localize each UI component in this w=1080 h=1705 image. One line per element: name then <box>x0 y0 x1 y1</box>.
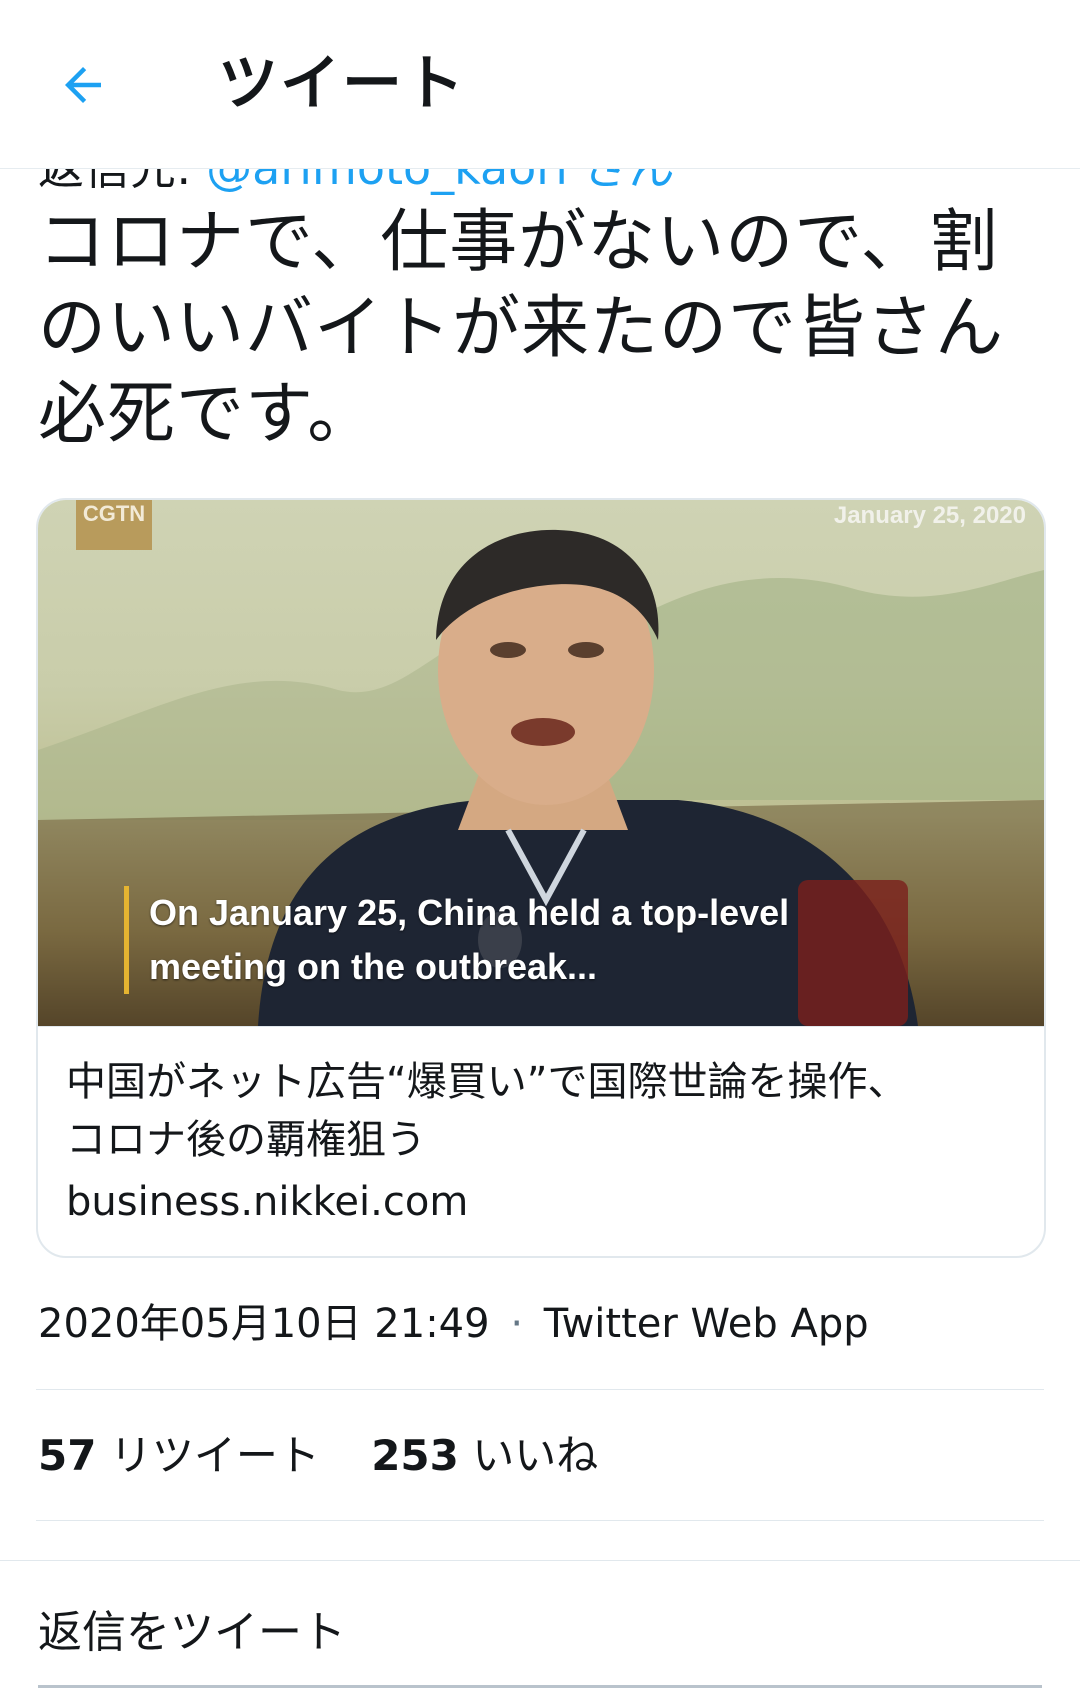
card-title-line2: コロナ後の覇権狙う <box>66 1117 426 1163</box>
card-image: CGTN January 25, 2020 On January 25, Chi… <box>38 500 1044 1026</box>
divider <box>36 1520 1044 1521</box>
page-title: ツイート <box>218 49 466 119</box>
media-caption-line2: meeting on the outbreak... <box>149 946 598 987</box>
reply-composer: 返信をツイート <box>0 1560 1080 1705</box>
tweet-metadata: 2020年05月10日 21:49 · Twitter Web App <box>38 1296 869 1352</box>
tweet-stats: 57 リツイート 253 いいね <box>38 1426 598 1486</box>
retweets-count: 57 <box>38 1431 97 1480</box>
card-title: 中国がネット広告“爆買い”で国際世論を操作、 コロナ後の覇権狙う <box>66 1053 1016 1169</box>
divider <box>36 1389 1044 1390</box>
likes-stat[interactable]: 253 いいね <box>371 1431 598 1480</box>
link-card[interactable]: CGTN January 25, 2020 On January 25, Chi… <box>36 498 1046 1258</box>
cgtn-logo: CGTN <box>76 500 152 550</box>
media-caption-line1: On January 25, China held a top-level <box>149 892 790 933</box>
tweet-timestamp[interactable]: 2020年05月10日 21:49 <box>38 1301 490 1347</box>
tweet-source[interactable]: Twitter Web App <box>544 1301 869 1347</box>
arrow-left-icon <box>65 67 101 103</box>
reply-input[interactable]: 返信をツイート <box>38 1601 1042 1688</box>
media-date: January 25, 2020 <box>833 502 1026 529</box>
retweets-stat[interactable]: 57 リツイート <box>38 1431 371 1480</box>
media-caption: On January 25, China held a top-level me… <box>124 886 789 994</box>
tweet-text: コロナで、仕事がないので、割のいいバイトが来たので皆さん必死です。 <box>38 203 1005 454</box>
top-bar: ツイート <box>0 0 1080 169</box>
card-body: 中国がネット広告“爆買い”で国際世論を操作、 コロナ後の覇権狙う busines… <box>38 1026 1044 1256</box>
meta-separator: · <box>510 1301 524 1347</box>
retweets-label: リツイート <box>109 1431 320 1480</box>
card-domain: business.nikkei.com <box>66 1179 469 1225</box>
likes-count: 253 <box>371 1431 459 1480</box>
likes-label: いいね <box>472 1431 599 1480</box>
back-button[interactable] <box>50 52 116 118</box>
card-title-line1: 中国がネット広告“爆買い”で国際世論を操作、 <box>66 1059 908 1105</box>
